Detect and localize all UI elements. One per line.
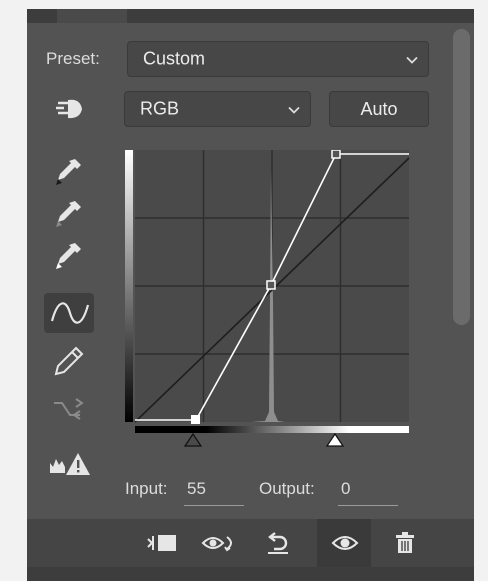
panel-tab[interactable] <box>57 9 127 23</box>
panel-bottom-edge <box>27 567 474 581</box>
preset-dropdown[interactable]: Custom <box>127 41 429 77</box>
input-label: Input: <box>125 479 168 498</box>
chevron-down-icon <box>406 49 418 70</box>
auto-button[interactable]: Auto <box>329 91 429 127</box>
preset-label: Preset: <box>46 49 100 68</box>
pencil-draw-icon[interactable] <box>44 341 94 381</box>
output-label: Output: <box>259 479 315 498</box>
output-value[interactable]: 0 <box>341 479 350 499</box>
white-point-slider-handle[interactable] <box>325 432 345 447</box>
bottom-toolbar <box>27 519 474 567</box>
scrollbar-thumb[interactable] <box>453 29 470 325</box>
smooth-curve-icon[interactable] <box>44 389 94 429</box>
output-gradient-bar <box>125 150 133 422</box>
view-previous-state-icon[interactable] <box>201 531 241 560</box>
gray-point-eyedropper-icon[interactable] <box>44 195 94 235</box>
curves-graph[interactable] <box>125 150 415 470</box>
clipping-warning-icon[interactable] <box>44 445 94 485</box>
chevron-down-icon <box>288 99 300 120</box>
black-point-slider-handle[interactable] <box>183 432 203 447</box>
delete-trash-icon[interactable] <box>393 531 417 560</box>
on-image-adjust-icon[interactable] <box>44 89 94 129</box>
black-point-eyedropper-icon[interactable] <box>44 153 94 193</box>
input-gradient-bar <box>135 426 409 433</box>
channel-value: RGB <box>140 98 180 119</box>
curve-edit-points-icon[interactable] <box>44 293 94 333</box>
visibility-eye-icon[interactable] <box>331 531 359 560</box>
input-value[interactable]: 55 <box>187 479 206 499</box>
reset-icon[interactable] <box>263 531 293 560</box>
input-underline <box>184 505 244 506</box>
clip-to-layer-icon[interactable] <box>145 531 181 560</box>
curves-properties-panel: Preset: Custom RGB Auto Input: 55 Output… <box>27 9 474 581</box>
curve-point-black[interactable] <box>191 415 200 424</box>
white-point-eyedropper-icon[interactable] <box>44 237 94 277</box>
channel-dropdown[interactable]: RGB <box>124 91 311 127</box>
curve-point-white[interactable] <box>331 150 341 159</box>
curve-point-mid[interactable] <box>266 280 276 290</box>
preset-value: Custom <box>143 48 206 69</box>
output-underline <box>338 505 398 506</box>
